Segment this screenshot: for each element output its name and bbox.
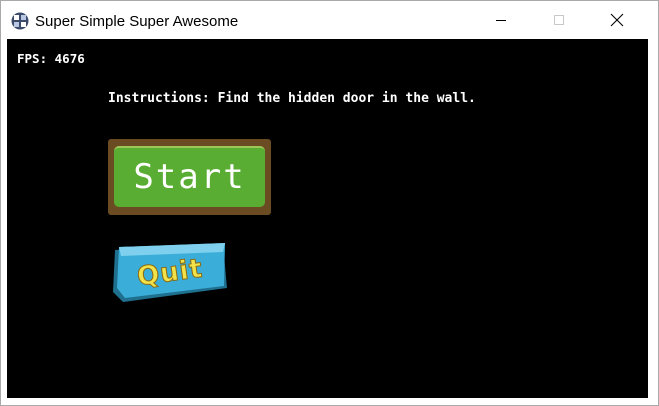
instructions-text: Instructions: Find the hidden door in th… [108,91,476,106]
close-button[interactable] [588,1,646,39]
fps-value: 4676 [54,51,85,66]
minimize-icon [496,20,506,21]
app-window: Super Simple Super Awesome FPS: 4676 Ins… [0,0,659,406]
fps-counter: FPS: 4676 [17,51,85,66]
maximize-icon [554,15,564,25]
start-button-label: Start [133,156,246,197]
minimize-button[interactable] [472,1,530,39]
start-button-face: Start [114,146,265,207]
start-button[interactable]: Start [108,139,271,215]
game-canvas[interactable]: FPS: 4676 Instructions: Find the hidden … [7,39,648,398]
close-icon [610,13,624,27]
quit-button[interactable]: Quit [111,242,229,304]
fps-label: FPS: [17,51,48,66]
window-title: Super Simple Super Awesome [35,13,239,30]
app-icon [11,12,29,30]
title-bar[interactable]: Super Simple Super Awesome [1,1,658,39]
maximize-button[interactable] [530,1,588,39]
